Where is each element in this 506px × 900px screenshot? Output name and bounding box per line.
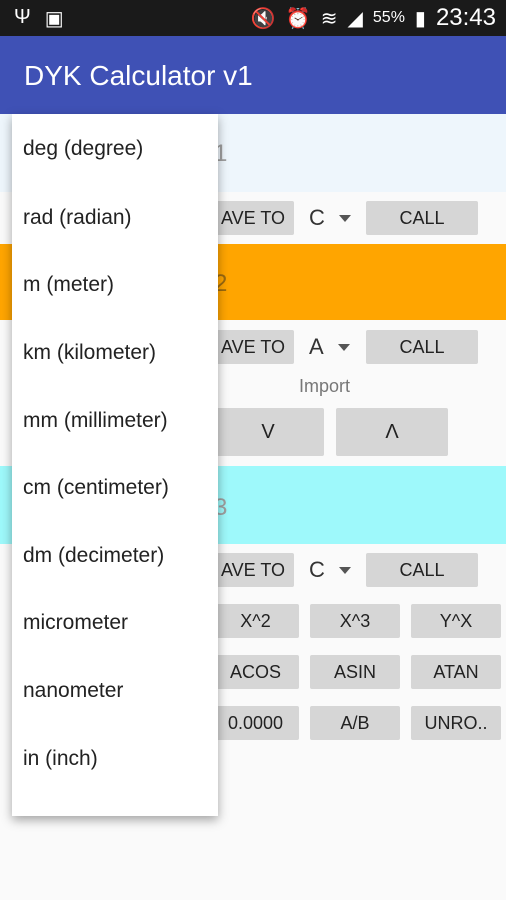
register-spinner[interactable]: C — [309, 205, 351, 231]
import-label: Import — [299, 376, 351, 396]
save-to-button[interactable]: AVE TO — [212, 201, 294, 235]
format-button[interactable]: 0.0000 — [212, 706, 299, 740]
app-title: DYK Calculator v1 — [24, 60, 253, 91]
dropdown-item[interactable]: km (kilometer) — [12, 319, 218, 387]
status-bar: Ψ ▣ 🔇 ⏰ ≋ ◢ 55% ▮ 23:43 — [0, 0, 506, 36]
chevron-down-icon — [337, 343, 350, 351]
dropdown-item[interactable]: m (meter) — [12, 252, 218, 320]
save-to-button[interactable]: AVE TO — [212, 330, 294, 364]
usb-icon: Ψ — [14, 6, 31, 28]
dropdown-item[interactable]: in (inch) — [12, 725, 218, 793]
power-button[interactable]: Y^X — [411, 604, 501, 638]
chevron-down-icon — [338, 566, 351, 574]
app-bar: DYK Calculator v1 — [0, 36, 506, 114]
wifi-icon: ≋ — [320, 7, 338, 30]
chevron-down-icon — [338, 214, 351, 222]
call-button[interactable]: CALL — [366, 201, 478, 235]
dropdown-item[interactable]: micrometer — [12, 590, 218, 658]
call-button[interactable]: CALL — [366, 553, 478, 587]
dropdown-item[interactable]: deg (degree) — [12, 114, 218, 184]
alarm-icon: ⏰ — [285, 7, 311, 30]
register-spinner[interactable]: A — [309, 334, 350, 360]
dropdown-item[interactable]: dm (decimeter) — [12, 522, 218, 590]
cube-button[interactable]: X^3 — [310, 604, 400, 638]
divide-button[interactable]: A/B — [310, 706, 400, 740]
atan-button[interactable]: ATAN — [411, 655, 501, 689]
dropdown-item[interactable]: ft (feet) — [12, 792, 218, 816]
dropdown-item[interactable]: cm (centimeter) — [12, 454, 218, 522]
unround-button[interactable]: UNRO.. — [411, 706, 501, 740]
dropdown-item[interactable]: mm (millimeter) — [12, 387, 218, 455]
clock: 23:43 — [435, 4, 496, 31]
unit-dropdown-menu[interactable]: deg (degree) rad (radian) m (meter) km (… — [12, 114, 218, 816]
image-icon: ▣ — [44, 8, 64, 30]
register-spinner[interactable]: C — [309, 557, 351, 583]
acos-button[interactable]: ACOS — [212, 655, 299, 689]
battery-icon: ▮ — [414, 7, 426, 30]
square-button[interactable]: X^2 — [212, 604, 299, 638]
import-down-button[interactable]: V — [212, 408, 324, 456]
asin-button[interactable]: ASIN — [310, 655, 400, 689]
import-up-button[interactable]: Λ — [336, 408, 448, 456]
dropdown-item[interactable]: nanometer — [12, 657, 218, 725]
dropdown-item[interactable]: rad (radian) — [12, 184, 218, 252]
call-button[interactable]: CALL — [366, 330, 478, 364]
mute-icon: 🔇 — [250, 7, 276, 30]
save-to-button[interactable]: AVE TO — [212, 553, 294, 587]
signal-icon: ◢ — [347, 7, 363, 30]
battery-percent: 55% — [372, 9, 405, 26]
